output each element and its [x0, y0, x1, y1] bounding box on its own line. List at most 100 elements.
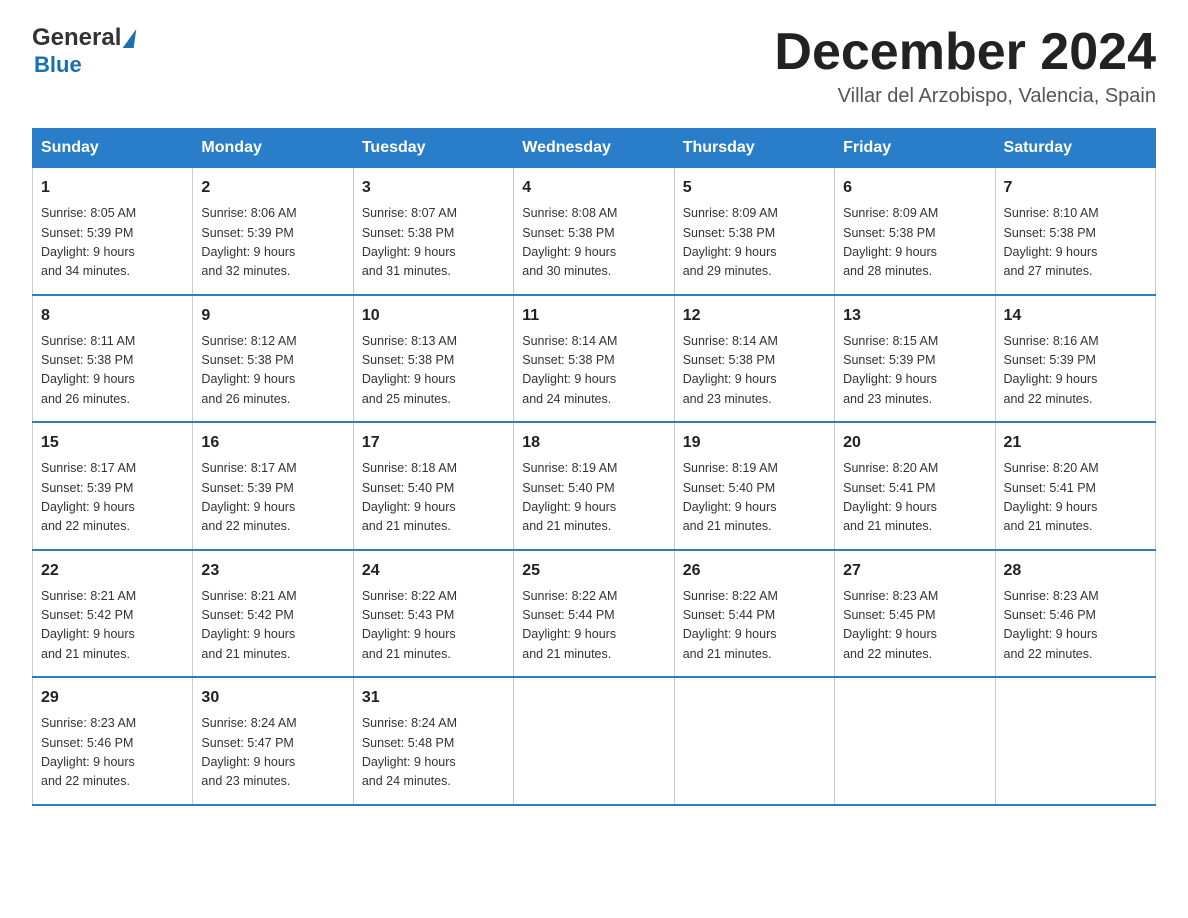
location-subtitle: Villar del Arzobispo, Valencia, Spain — [774, 85, 1156, 108]
logo-triangle-icon — [123, 29, 137, 48]
day-info: Sunrise: 8:07 AM Sunset: 5:38 PM Dayligh… — [362, 204, 505, 282]
day-info: Sunrise: 8:23 AM Sunset: 5:45 PM Dayligh… — [843, 587, 986, 665]
day-info: Sunrise: 8:22 AM Sunset: 5:44 PM Dayligh… — [522, 587, 665, 665]
month-year-title: December 2024 — [774, 24, 1156, 81]
logo-general-text: General — [32, 24, 121, 52]
calendar-week-row: 29 Sunrise: 8:23 AM Sunset: 5:46 PM Dayl… — [33, 677, 1156, 805]
col-tuesday: Tuesday — [353, 129, 513, 168]
calendar-cell: 27 Sunrise: 8:23 AM Sunset: 5:45 PM Dayl… — [835, 550, 995, 678]
day-number: 25 — [522, 559, 665, 583]
day-number: 1 — [41, 176, 184, 200]
day-number: 27 — [843, 559, 986, 583]
day-number: 3 — [362, 176, 505, 200]
day-info: Sunrise: 8:24 AM Sunset: 5:48 PM Dayligh… — [362, 714, 505, 792]
calendar-table: Sunday Monday Tuesday Wednesday Thursday… — [32, 128, 1156, 806]
calendar-cell: 4 Sunrise: 8:08 AM Sunset: 5:38 PM Dayli… — [514, 168, 674, 295]
day-info: Sunrise: 8:20 AM Sunset: 5:41 PM Dayligh… — [843, 459, 986, 537]
day-info: Sunrise: 8:17 AM Sunset: 5:39 PM Dayligh… — [41, 459, 184, 537]
calendar-week-row: 1 Sunrise: 8:05 AM Sunset: 5:39 PM Dayli… — [33, 168, 1156, 295]
day-number: 8 — [41, 304, 184, 328]
calendar-week-row: 15 Sunrise: 8:17 AM Sunset: 5:39 PM Dayl… — [33, 422, 1156, 550]
day-number: 9 — [201, 304, 344, 328]
day-info: Sunrise: 8:13 AM Sunset: 5:38 PM Dayligh… — [362, 332, 505, 410]
day-info: Sunrise: 8:08 AM Sunset: 5:38 PM Dayligh… — [522, 204, 665, 282]
calendar-cell: 15 Sunrise: 8:17 AM Sunset: 5:39 PM Dayl… — [33, 422, 193, 550]
calendar-cell: 11 Sunrise: 8:14 AM Sunset: 5:38 PM Dayl… — [514, 295, 674, 423]
day-info: Sunrise: 8:20 AM Sunset: 5:41 PM Dayligh… — [1004, 459, 1147, 537]
calendar-cell: 31 Sunrise: 8:24 AM Sunset: 5:48 PM Dayl… — [353, 677, 513, 805]
calendar-cell: 12 Sunrise: 8:14 AM Sunset: 5:38 PM Dayl… — [674, 295, 834, 423]
day-info: Sunrise: 8:12 AM Sunset: 5:38 PM Dayligh… — [201, 332, 344, 410]
day-info: Sunrise: 8:18 AM Sunset: 5:40 PM Dayligh… — [362, 459, 505, 537]
day-info: Sunrise: 8:22 AM Sunset: 5:43 PM Dayligh… — [362, 587, 505, 665]
day-number: 16 — [201, 431, 344, 455]
calendar-cell: 22 Sunrise: 8:21 AM Sunset: 5:42 PM Dayl… — [33, 550, 193, 678]
day-info: Sunrise: 8:09 AM Sunset: 5:38 PM Dayligh… — [683, 204, 826, 282]
day-number: 17 — [362, 431, 505, 455]
calendar-cell: 8 Sunrise: 8:11 AM Sunset: 5:38 PM Dayli… — [33, 295, 193, 423]
day-number: 13 — [843, 304, 986, 328]
calendar-cell: 1 Sunrise: 8:05 AM Sunset: 5:39 PM Dayli… — [33, 168, 193, 295]
calendar-cell: 2 Sunrise: 8:06 AM Sunset: 5:39 PM Dayli… — [193, 168, 353, 295]
calendar-cell — [674, 677, 834, 805]
calendar-week-row: 8 Sunrise: 8:11 AM Sunset: 5:38 PM Dayli… — [33, 295, 1156, 423]
logo-blue-text: Blue — [34, 52, 82, 78]
calendar-cell: 3 Sunrise: 8:07 AM Sunset: 5:38 PM Dayli… — [353, 168, 513, 295]
day-info: Sunrise: 8:06 AM Sunset: 5:39 PM Dayligh… — [201, 204, 344, 282]
calendar-cell: 23 Sunrise: 8:21 AM Sunset: 5:42 PM Dayl… — [193, 550, 353, 678]
day-number: 22 — [41, 559, 184, 583]
day-number: 20 — [843, 431, 986, 455]
calendar-cell: 6 Sunrise: 8:09 AM Sunset: 5:38 PM Dayli… — [835, 168, 995, 295]
day-number: 18 — [522, 431, 665, 455]
logo: General Blue — [32, 24, 135, 78]
calendar-cell: 28 Sunrise: 8:23 AM Sunset: 5:46 PM Dayl… — [995, 550, 1155, 678]
day-number: 30 — [201, 686, 344, 710]
calendar-cell: 13 Sunrise: 8:15 AM Sunset: 5:39 PM Dayl… — [835, 295, 995, 423]
calendar-week-row: 22 Sunrise: 8:21 AM Sunset: 5:42 PM Dayl… — [33, 550, 1156, 678]
day-number: 24 — [362, 559, 505, 583]
calendar-cell: 5 Sunrise: 8:09 AM Sunset: 5:38 PM Dayli… — [674, 168, 834, 295]
calendar-cell: 20 Sunrise: 8:20 AM Sunset: 5:41 PM Dayl… — [835, 422, 995, 550]
col-thursday: Thursday — [674, 129, 834, 168]
day-number: 29 — [41, 686, 184, 710]
calendar-cell: 30 Sunrise: 8:24 AM Sunset: 5:47 PM Dayl… — [193, 677, 353, 805]
day-info: Sunrise: 8:24 AM Sunset: 5:47 PM Dayligh… — [201, 714, 344, 792]
calendar-cell: 25 Sunrise: 8:22 AM Sunset: 5:44 PM Dayl… — [514, 550, 674, 678]
calendar-cell — [995, 677, 1155, 805]
calendar-cell: 16 Sunrise: 8:17 AM Sunset: 5:39 PM Dayl… — [193, 422, 353, 550]
day-number: 15 — [41, 431, 184, 455]
day-number: 4 — [522, 176, 665, 200]
col-wednesday: Wednesday — [514, 129, 674, 168]
day-number: 6 — [843, 176, 986, 200]
day-info: Sunrise: 8:22 AM Sunset: 5:44 PM Dayligh… — [683, 587, 826, 665]
day-info: Sunrise: 8:16 AM Sunset: 5:39 PM Dayligh… — [1004, 332, 1147, 410]
day-info: Sunrise: 8:15 AM Sunset: 5:39 PM Dayligh… — [843, 332, 986, 410]
day-info: Sunrise: 8:17 AM Sunset: 5:39 PM Dayligh… — [201, 459, 344, 537]
day-number: 23 — [201, 559, 344, 583]
day-info: Sunrise: 8:19 AM Sunset: 5:40 PM Dayligh… — [683, 459, 826, 537]
col-monday: Monday — [193, 129, 353, 168]
day-number: 12 — [683, 304, 826, 328]
calendar-cell: 29 Sunrise: 8:23 AM Sunset: 5:46 PM Dayl… — [33, 677, 193, 805]
col-sunday: Sunday — [33, 129, 193, 168]
calendar-cell — [514, 677, 674, 805]
calendar-cell: 10 Sunrise: 8:13 AM Sunset: 5:38 PM Dayl… — [353, 295, 513, 423]
calendar-cell: 19 Sunrise: 8:19 AM Sunset: 5:40 PM Dayl… — [674, 422, 834, 550]
day-info: Sunrise: 8:14 AM Sunset: 5:38 PM Dayligh… — [683, 332, 826, 410]
calendar-cell: 26 Sunrise: 8:22 AM Sunset: 5:44 PM Dayl… — [674, 550, 834, 678]
calendar-header-row: Sunday Monday Tuesday Wednesday Thursday… — [33, 129, 1156, 168]
day-number: 11 — [522, 304, 665, 328]
day-number: 14 — [1004, 304, 1147, 328]
day-info: Sunrise: 8:21 AM Sunset: 5:42 PM Dayligh… — [41, 587, 184, 665]
col-friday: Friday — [835, 129, 995, 168]
day-info: Sunrise: 8:19 AM Sunset: 5:40 PM Dayligh… — [522, 459, 665, 537]
day-number: 7 — [1004, 176, 1147, 200]
calendar-cell — [835, 677, 995, 805]
title-section: December 2024 Villar del Arzobispo, Vale… — [774, 24, 1156, 108]
calendar-cell: 17 Sunrise: 8:18 AM Sunset: 5:40 PM Dayl… — [353, 422, 513, 550]
day-info: Sunrise: 8:23 AM Sunset: 5:46 PM Dayligh… — [41, 714, 184, 792]
day-info: Sunrise: 8:11 AM Sunset: 5:38 PM Dayligh… — [41, 332, 184, 410]
calendar-cell: 14 Sunrise: 8:16 AM Sunset: 5:39 PM Dayl… — [995, 295, 1155, 423]
calendar-cell: 21 Sunrise: 8:20 AM Sunset: 5:41 PM Dayl… — [995, 422, 1155, 550]
day-number: 26 — [683, 559, 826, 583]
